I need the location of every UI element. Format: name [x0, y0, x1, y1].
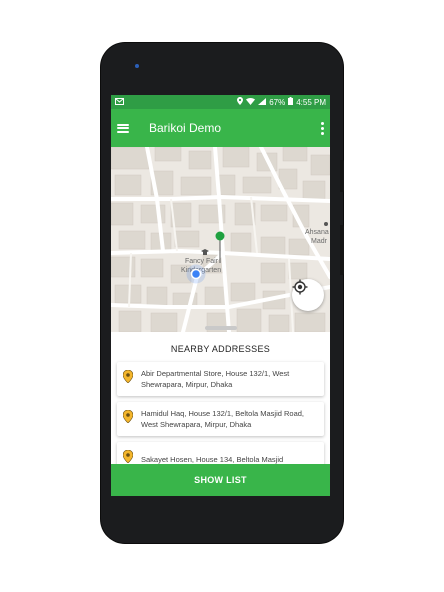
address-text: Abir Departmental Store, House 132/1, We… [141, 369, 290, 389]
my-location-button[interactable] [292, 279, 324, 311]
address-pin-icon [122, 369, 135, 388]
nearby-sheet: NEARBY ADDRESSES Abir Departmental Store… [111, 326, 330, 496]
status-bar: 67% 4:55 PM [111, 95, 330, 109]
address-text: Hamidul Haq, House 132/1, Beltola Masjid… [141, 409, 305, 429]
location-icon [237, 97, 244, 107]
battery-percent: 67% [269, 97, 286, 107]
poi-dot-icon [324, 222, 328, 226]
power-button [340, 225, 344, 275]
address-text: Sakayet Hosen, House 134, Beltola Masjid [141, 454, 284, 464]
clock: 4:55 PM [296, 97, 326, 107]
sheet-drag-handle[interactable] [205, 326, 237, 330]
map-label-ahsana: Ahsana [305, 229, 329, 236]
overflow-menu-icon[interactable] [320, 121, 324, 135]
front-sensor [135, 64, 139, 68]
address-pin-icon [122, 409, 135, 428]
sheet-title: NEARBY ADDRESSES [170, 344, 271, 354]
signal-icon [258, 97, 267, 107]
wifi-icon [246, 97, 256, 107]
hamburger-menu-icon[interactable] [117, 123, 129, 133]
app-bar: Barikoi Demo [111, 109, 330, 147]
volume-button [340, 160, 344, 192]
address-card[interactable]: Hamidul Haq, House 132/1, Beltola Masjid… [117, 402, 324, 436]
app-title: Barikoi Demo [149, 121, 222, 135]
show-list-button[interactable]: SHOW LIST [111, 464, 330, 496]
app-screen: 67% 4:55 PM Barikoi Demo Fancy Fair Kind… [111, 95, 330, 496]
address-card[interactable]: Abir Departmental Store, House 132/1, We… [117, 362, 324, 396]
map-label-madr: Madr [311, 238, 327, 245]
battery-icon [288, 97, 294, 107]
map-view[interactable]: Fancy Fair Kindergarten Ahsana Madr [111, 147, 330, 332]
mail-icon [115, 97, 124, 107]
